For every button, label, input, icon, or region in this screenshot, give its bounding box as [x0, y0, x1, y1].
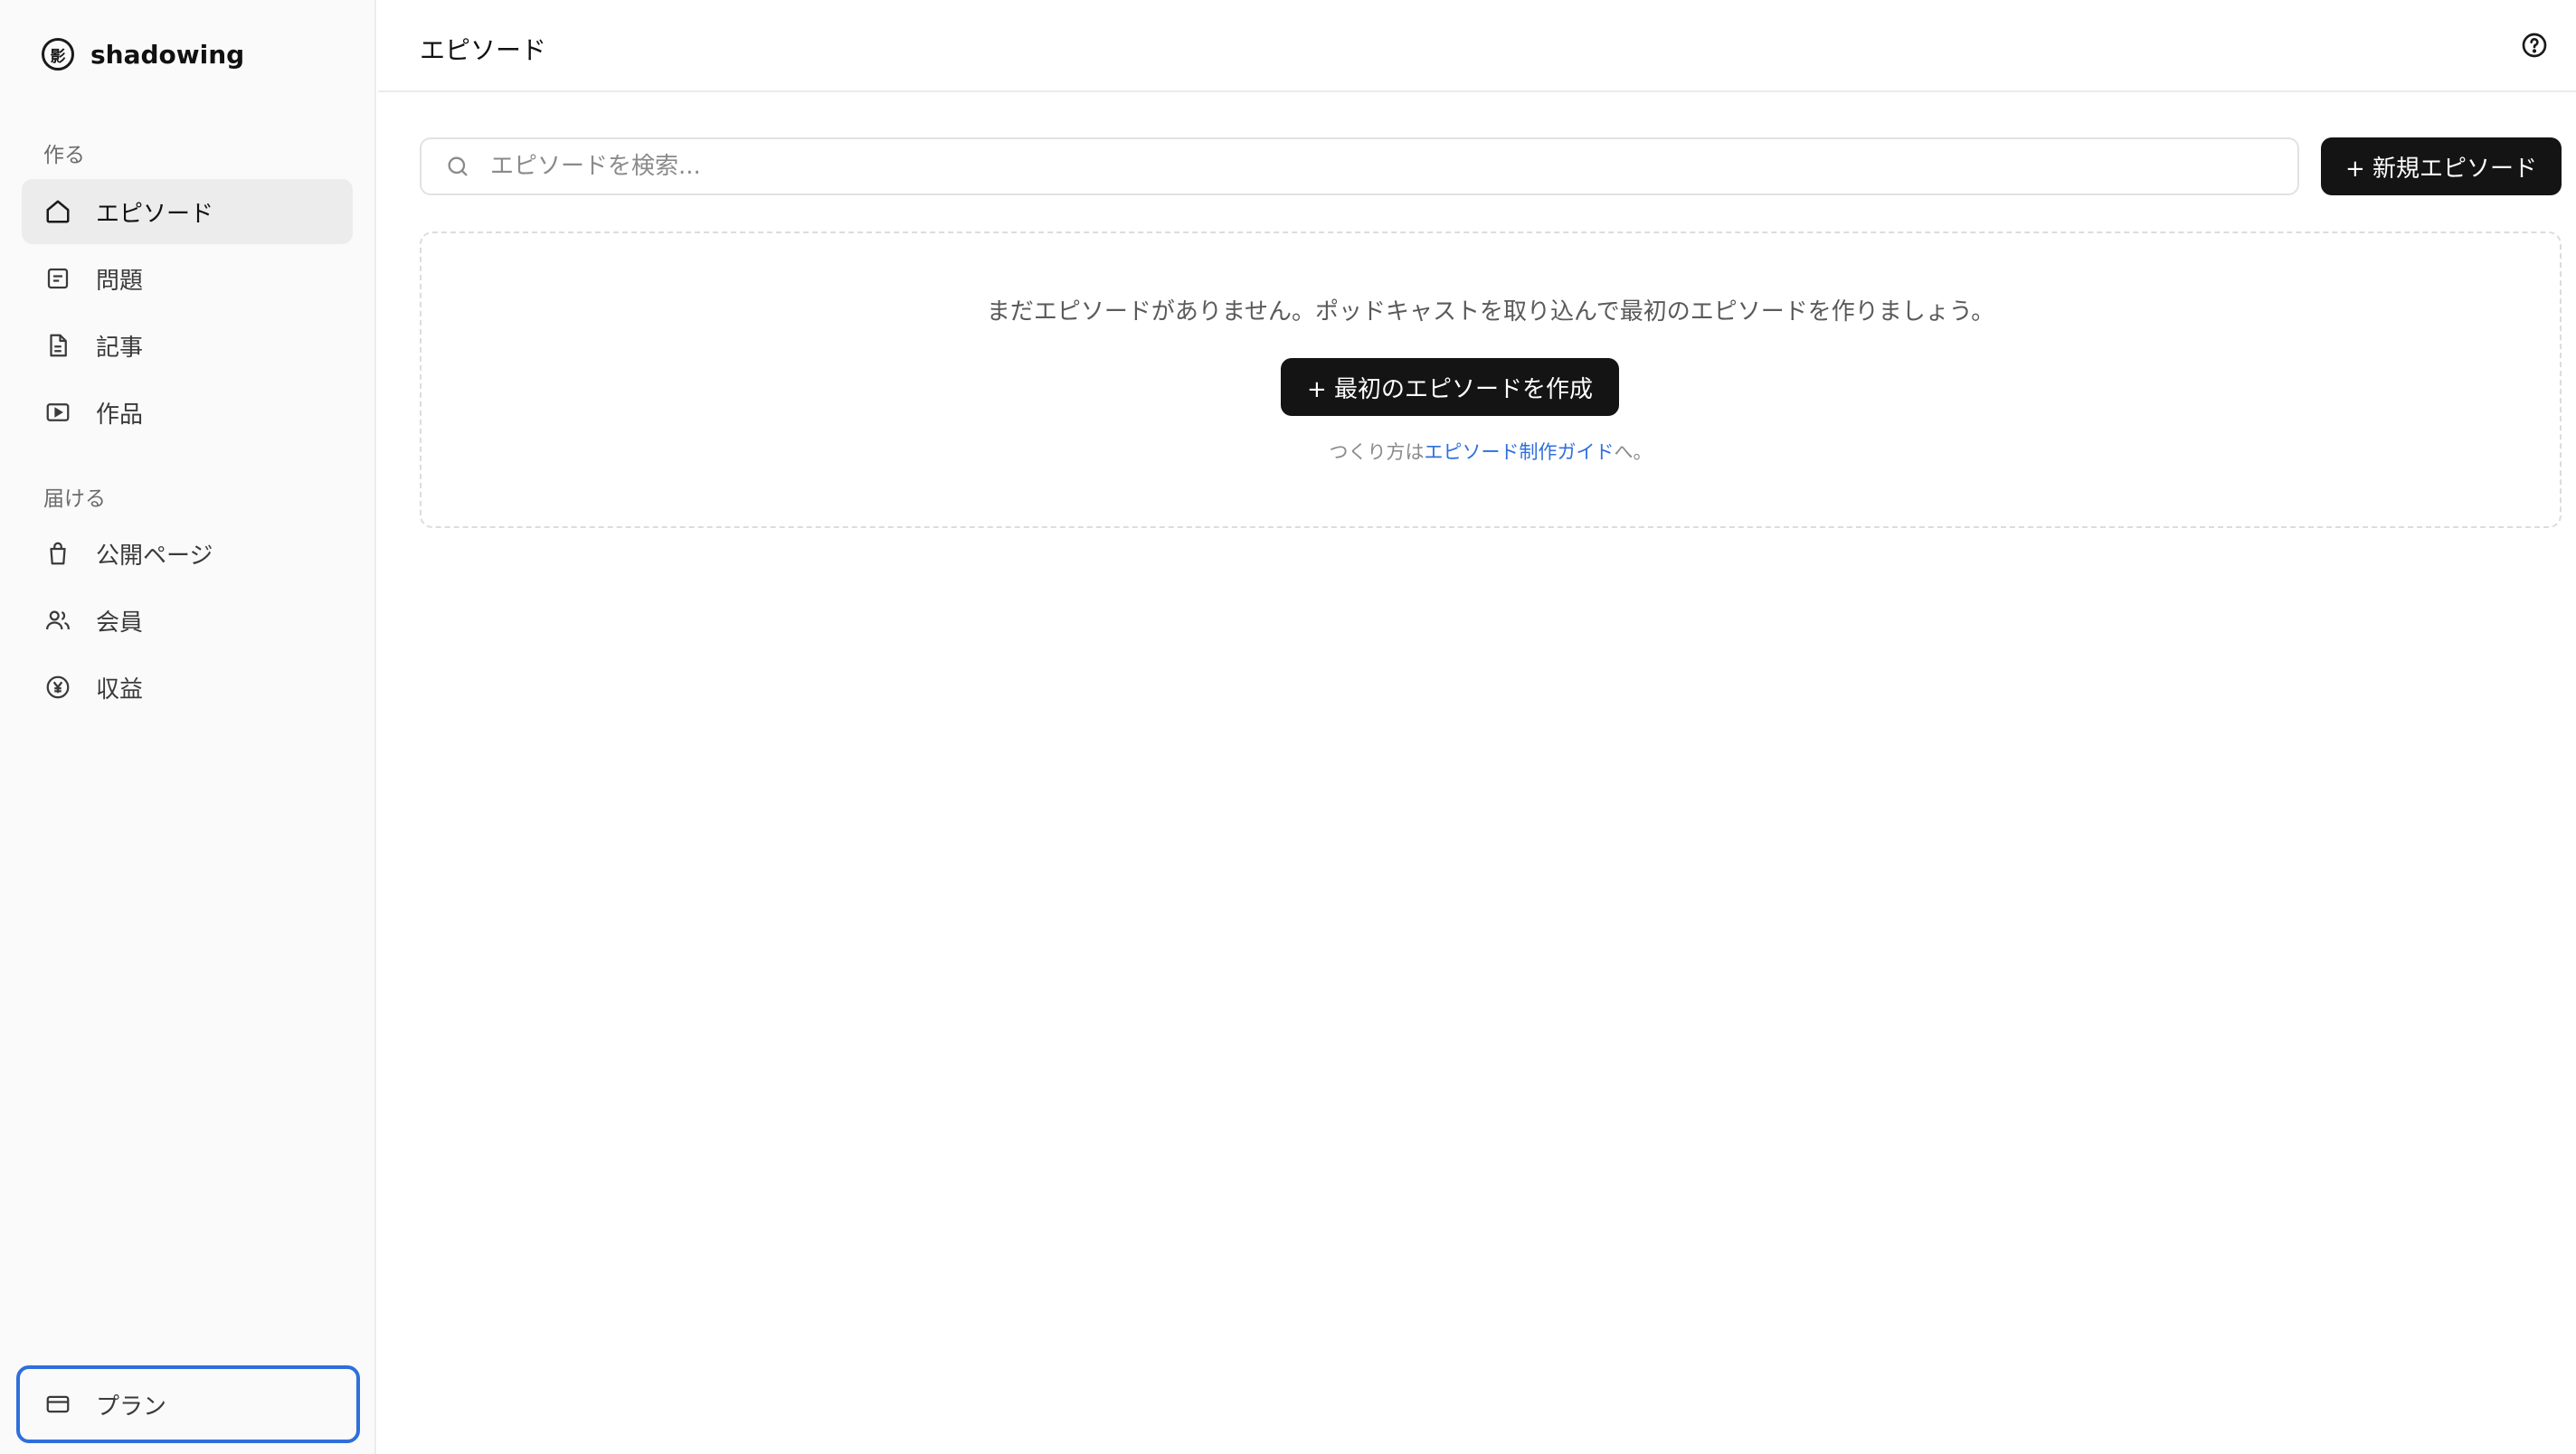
help-icon[interactable]	[2520, 31, 2549, 60]
guide-text: つくり方はエピソード制作ガイドへ。	[421, 438, 2560, 465]
section-label-deliver: 届ける	[43, 487, 106, 511]
sidebar-item-questions[interactable]: 問題	[22, 246, 353, 311]
sidebar-item-label: 問題	[96, 267, 144, 295]
brand[interactable]: 影 shadowing	[42, 38, 244, 71]
guide-link[interactable]: エピソード制作ガイド	[1425, 441, 1615, 463]
guide-suffix: へ。	[1614, 441, 1653, 463]
search-input[interactable]	[490, 153, 2209, 180]
yen-icon	[43, 673, 72, 702]
users-icon	[43, 606, 72, 635]
search-icon	[445, 154, 470, 179]
app-window: 影 shadowing 作る エピソード 問題 記事 作品 届ける 公開ページ …	[0, 0, 2576, 1454]
brand-logo: 影	[42, 38, 74, 71]
sidebar-item-revenue[interactable]: 収益	[22, 655, 353, 720]
guide-prefix: つくり方は	[1329, 441, 1425, 463]
empty-state-message: まだエピソードがありません。ポッドキャストを取り込んで最初のエピソードを作りまし…	[986, 298, 1995, 326]
sidebar-item-articles[interactable]: 記事	[22, 313, 353, 378]
sidebar-item-label: 会員	[96, 609, 144, 637]
search-bar[interactable]	[420, 137, 2299, 195]
credit-card-icon	[43, 1390, 72, 1419]
home-icon	[43, 197, 72, 226]
sidebar-item-episodes[interactable]: エピソード	[22, 179, 353, 244]
play-icon	[43, 398, 72, 427]
create-first-episode-button[interactable]: + 最初のエピソードを作成	[1281, 358, 1619, 416]
page-header: エピソード	[378, 0, 2576, 92]
plan-button[interactable]: プラン	[16, 1365, 360, 1443]
sidebar-item-label: エピソード	[96, 200, 214, 228]
sidebar-item-works[interactable]: 作品	[22, 380, 353, 445]
sidebar-item-members[interactable]: 会員	[22, 588, 353, 653]
main-content: エピソード + 新規エピソード まだエピソードがありません。ポッドキャストを取り…	[378, 0, 2576, 1454]
document-icon	[43, 331, 72, 360]
list-icon	[43, 264, 72, 293]
brand-name: shadowing	[90, 39, 245, 70]
sidebar-item-label: 収益	[96, 675, 144, 703]
sidebar-item-label: 公開ページ	[96, 542, 213, 570]
sidebar-item-label: 作品	[96, 401, 144, 429]
sidebar-item-public-page[interactable]: 公開ページ	[22, 521, 353, 586]
sidebar-item-label: 記事	[96, 334, 144, 362]
new-episode-button[interactable]: + 新規エピソード	[2321, 137, 2562, 195]
bag-icon	[43, 539, 72, 568]
sidebar: 影 shadowing 作る エピソード 問題 記事 作品 届ける 公開ページ …	[0, 0, 376, 1454]
page-title: エピソード	[420, 35, 547, 65]
section-label-create: 作る	[43, 144, 85, 167]
plan-label: プラン	[96, 1393, 167, 1421]
